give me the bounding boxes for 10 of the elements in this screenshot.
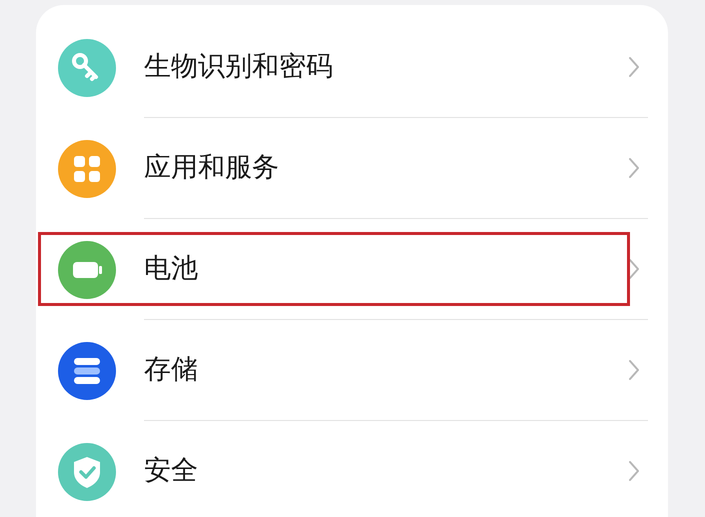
- chevron-icon: [628, 359, 640, 381]
- setting-label[interactable]: 电池: [144, 248, 628, 290]
- chevron-icon: [628, 157, 640, 179]
- setting-label[interactable]: 生物识别和密码: [144, 46, 628, 88]
- chevron-icon: [628, 258, 640, 280]
- chevron-icon: [628, 56, 640, 78]
- setting-label[interactable]: 存储: [144, 350, 628, 390]
- chevron-icon: [628, 460, 640, 482]
- setting-label[interactable]: 安全: [144, 450, 628, 492]
- setting-label[interactable]: 应用和服务: [144, 148, 628, 188]
